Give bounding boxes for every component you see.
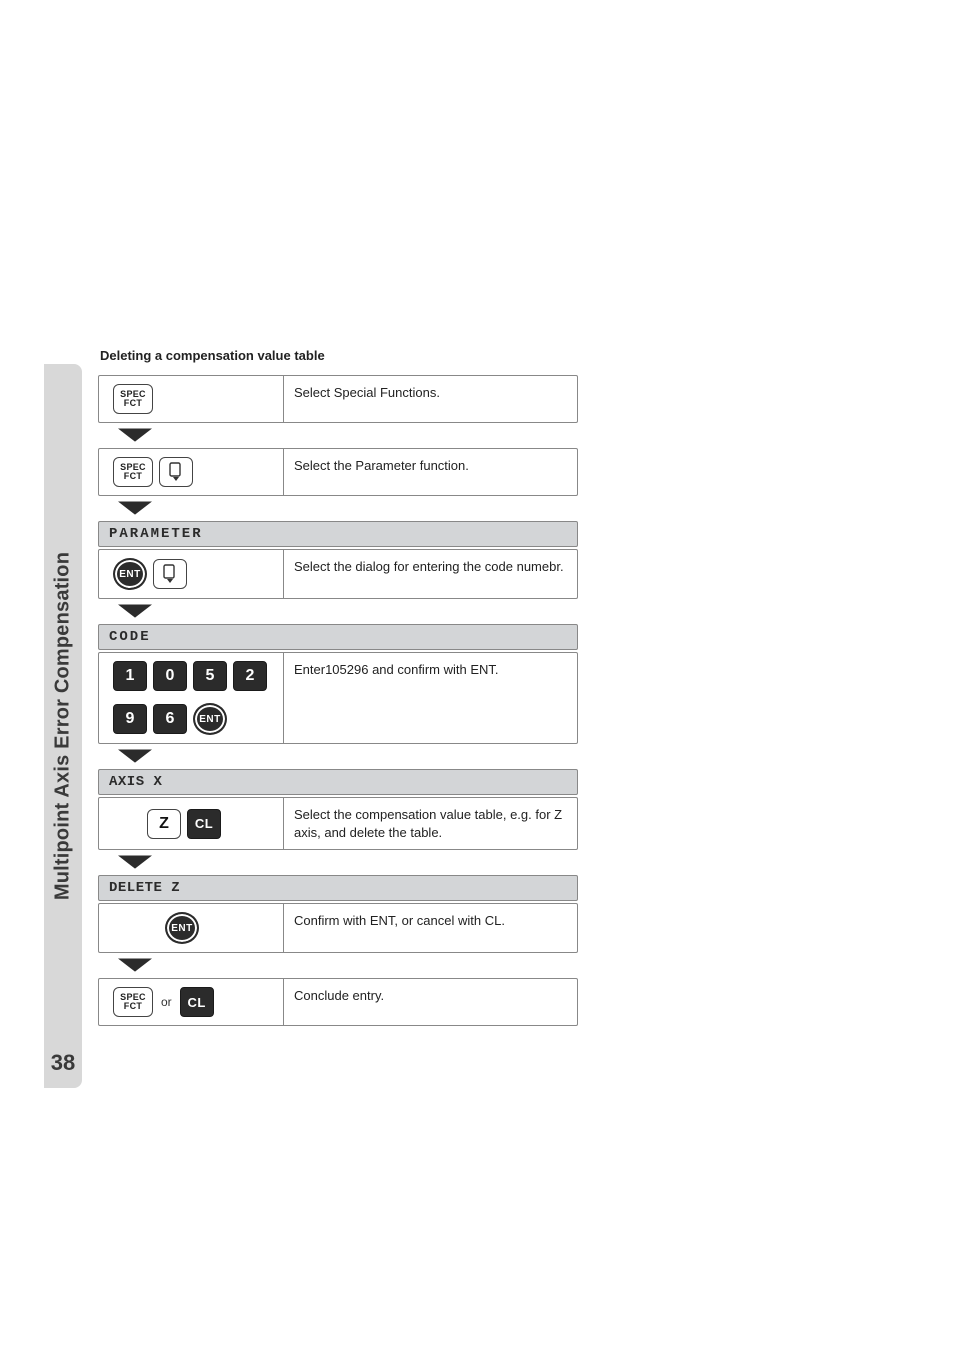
step-3: ENT Select the dialog for entering the c… <box>98 549 578 599</box>
digit-9-key[interactable]: 9 <box>113 704 147 734</box>
spec-bottom: FCT <box>124 1002 142 1011</box>
down-arrow-icon <box>118 604 152 620</box>
step-2: SPEC FCT Select the Parameter function. <box>98 448 578 496</box>
step-2-keys: SPEC FCT <box>99 449 283 495</box>
ent-key[interactable]: ENT <box>193 703 227 735</box>
page-down-key[interactable] <box>153 559 187 589</box>
digit-2-key[interactable]: 2 <box>233 661 267 691</box>
content: Deleting a compensation value table SPEC… <box>98 348 578 1032</box>
step-5-desc: Select the compensation value table, e.g… <box>283 798 577 849</box>
arrow-6 <box>98 958 578 974</box>
step-1: SPEC FCT Select Special Functions. <box>98 375 578 423</box>
step-1-desc: Select Special Functions. <box>283 376 577 422</box>
step-6-keys: ENT <box>99 904 283 952</box>
section-parameter: PARAMETER <box>98 521 578 547</box>
page-icon <box>162 564 178 584</box>
spec-fct-key[interactable]: SPEC FCT <box>113 457 153 487</box>
step-6-desc: Confirm with ENT, or cancel with CL. <box>283 904 577 952</box>
arrow-4 <box>98 749 578 765</box>
cl-key[interactable]: CL <box>180 987 214 1017</box>
page-number: 38 <box>44 1050 82 1076</box>
digit-5-key[interactable]: 5 <box>193 661 227 691</box>
down-arrow-icon <box>118 428 152 444</box>
page-down-key[interactable] <box>159 457 193 487</box>
arrow-2 <box>98 501 578 517</box>
step-5: Z CL Select the compensation value table… <box>98 797 578 850</box>
step-3-desc: Select the dialog for entering the code … <box>283 550 577 598</box>
spec-fct-key[interactable]: SPEC FCT <box>113 384 153 414</box>
step-4-desc: Enter105296 and confirm with ENT. <box>283 653 577 743</box>
ent-key[interactable]: ENT <box>113 558 147 590</box>
section-code: CODE <box>98 624 578 650</box>
digit-0-key[interactable]: 0 <box>153 661 187 691</box>
digit-6-key[interactable]: 6 <box>153 704 187 734</box>
down-arrow-icon <box>118 855 152 871</box>
arrow-5 <box>98 855 578 871</box>
step-6: ENT Confirm with ENT, or cancel with CL. <box>98 903 578 953</box>
side-tab: Multipoint Axis Error Compensation 38 <box>44 364 82 1088</box>
down-arrow-icon <box>118 958 152 974</box>
page-icon <box>168 462 184 482</box>
step-7-keys: SPEC FCT or CL <box>99 979 283 1025</box>
or-text: or <box>161 995 172 1009</box>
section-delete-z: DELETE Z <box>98 875 578 901</box>
heading: Deleting a compensation value table <box>100 348 578 363</box>
spec-bottom: FCT <box>124 472 142 481</box>
arrow-3 <box>98 604 578 620</box>
step-1-keys: SPEC FCT <box>99 376 283 422</box>
step-4-keys: 1 0 5 2 9 6 ENT <box>99 653 283 743</box>
z-key[interactable]: Z <box>147 809 181 839</box>
digit-1-key[interactable]: 1 <box>113 661 147 691</box>
side-tab-title: Multipoint Axis Error Compensation <box>52 552 75 900</box>
ent-key[interactable]: ENT <box>165 912 199 944</box>
step-4: 1 0 5 2 9 6 ENT Enter105296 and confirm … <box>98 652 578 744</box>
step-5-keys: Z CL <box>99 798 283 849</box>
spec-fct-key[interactable]: SPEC FCT <box>113 987 153 1017</box>
spec-bottom: FCT <box>124 399 142 408</box>
step-7: SPEC FCT or CL Conclude entry. <box>98 978 578 1026</box>
step-3-keys: ENT <box>99 550 283 598</box>
down-arrow-icon <box>118 749 152 765</box>
step-7-desc: Conclude entry. <box>283 979 577 1025</box>
cl-key[interactable]: CL <box>187 809 221 839</box>
section-axis-x: AXIS X <box>98 769 578 795</box>
step-2-desc: Select the Parameter function. <box>283 449 577 495</box>
arrow-1 <box>98 428 578 444</box>
down-arrow-icon <box>118 501 152 517</box>
